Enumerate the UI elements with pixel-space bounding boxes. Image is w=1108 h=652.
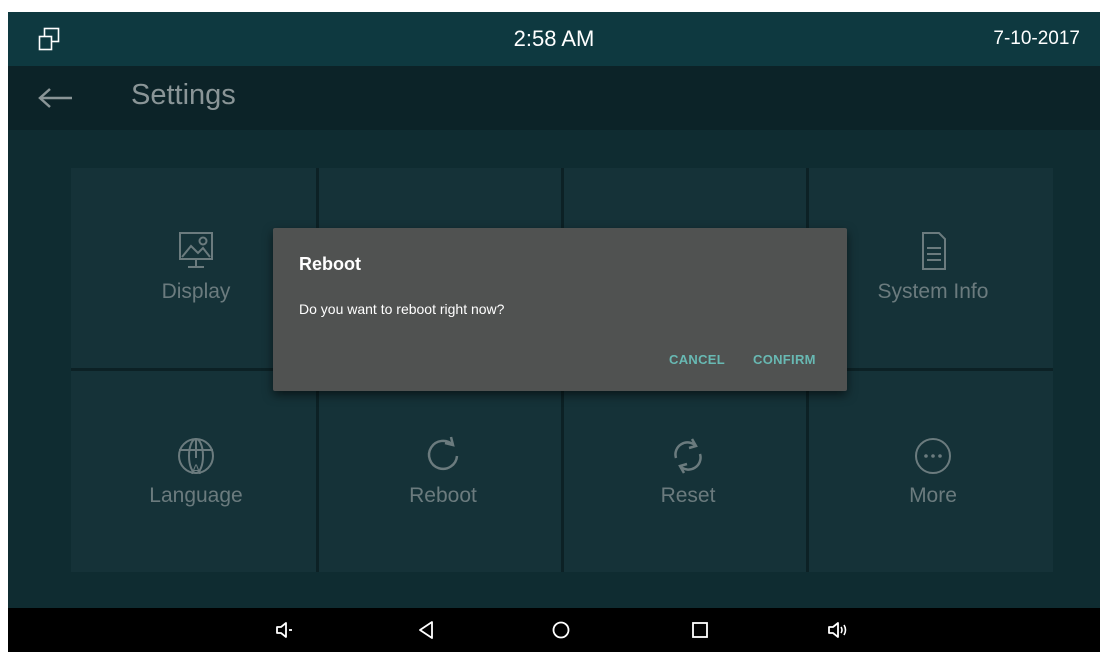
app-bar: Settings	[8, 66, 1100, 130]
globe-language-icon: A	[178, 438, 214, 477]
tile-label: More	[909, 484, 957, 507]
tile-label: Reset	[660, 484, 716, 507]
tile-language[interactable]: A Language	[76, 434, 316, 564]
cancel-button[interactable]: CANCEL	[669, 352, 725, 367]
status-clock: 2:58 AM	[513, 26, 595, 51]
volume-up-icon[interactable]	[826, 618, 850, 642]
device-screen: 2:58 AM 7-10-2017 Settings Display Syste…	[8, 12, 1100, 652]
tile-label: System Info	[877, 280, 989, 303]
tile-label: Language	[149, 484, 243, 507]
document-icon	[922, 232, 946, 270]
reset-icon	[674, 438, 702, 474]
status-bar: 2:58 AM 7-10-2017	[8, 12, 1100, 66]
dialog-message: Do you want to reboot right now?	[299, 301, 505, 317]
svg-text:A: A	[191, 461, 201, 477]
display-image-icon	[179, 232, 213, 268]
more-dots-icon	[915, 438, 951, 474]
tile-reset[interactable]: Reset	[568, 434, 808, 564]
reboot-dialog: Reboot Do you want to reboot right now? …	[273, 228, 847, 391]
reboot-icon	[427, 436, 459, 471]
system-nav-bar	[8, 608, 1100, 652]
tile-system-info[interactable]: System Info	[813, 230, 1053, 360]
home-circle-icon[interactable]	[549, 618, 573, 642]
tile-more[interactable]: More	[813, 434, 1053, 564]
recents-square-icon[interactable]	[688, 618, 712, 642]
status-date: 7-10-2017	[993, 28, 1080, 49]
tile-reboot[interactable]: Reboot	[323, 434, 563, 564]
back-arrow-icon[interactable]	[36, 86, 76, 110]
volume-down-icon[interactable]	[273, 618, 297, 642]
confirm-button[interactable]: CONFIRM	[753, 352, 816, 367]
dialog-title: Reboot	[299, 254, 361, 274]
page-title: Settings	[131, 79, 236, 111]
tile-label: Reboot	[409, 484, 477, 507]
back-triangle-icon[interactable]	[414, 618, 438, 642]
